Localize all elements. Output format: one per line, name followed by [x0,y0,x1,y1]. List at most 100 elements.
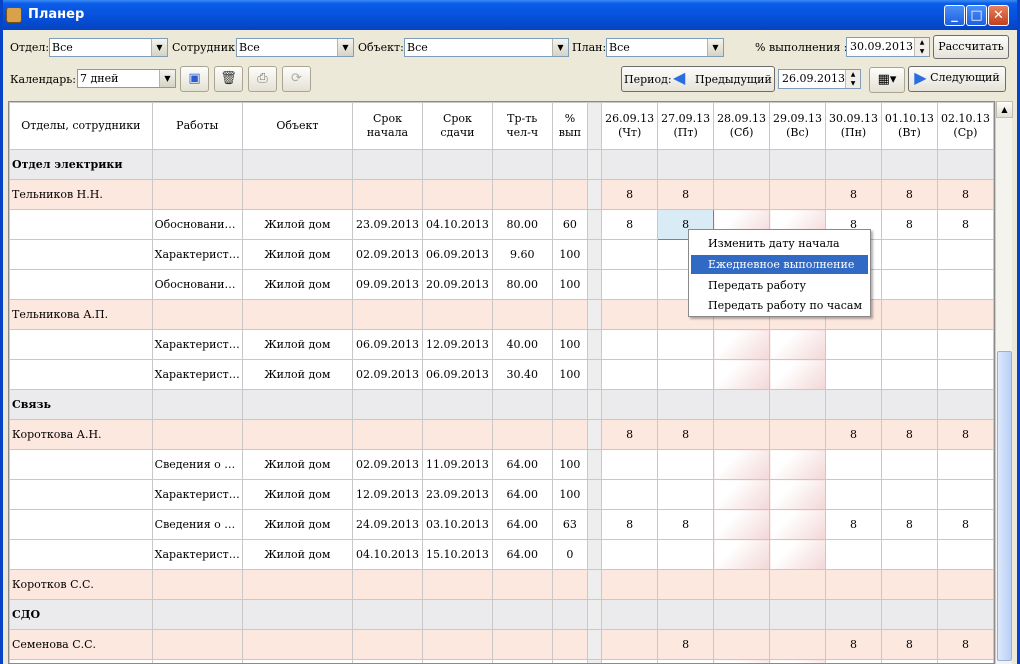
percent-cell[interactable] [551,569,589,600]
day-cell[interactable] [769,479,826,510]
work-header[interactable]: Работы [151,102,243,150]
chevron-down-icon[interactable]: ▼ [707,39,723,56]
name-cell[interactable] [9,509,153,540]
start-date-cell[interactable] [352,569,423,600]
start-date-cell[interactable] [352,389,423,420]
separator-cell[interactable] [587,419,603,450]
end-date-cell[interactable]: 06.09.2013 [421,239,493,270]
day-cell[interactable]: 8 [601,419,659,450]
end-date-cell[interactable]: 15.10.2013 [421,539,493,570]
day-cell[interactable] [936,449,994,480]
day-cell[interactable] [601,569,659,600]
day-cell[interactable] [657,659,715,663]
day-cell[interactable]: 8 [601,179,659,210]
day-cell[interactable] [713,389,771,420]
day-cell[interactable] [824,329,882,360]
percent-cell[interactable] [551,179,589,210]
day-cell[interactable] [824,539,882,570]
object-cell[interactable]: Жилой дом [241,449,354,480]
day-cell[interactable] [601,599,659,630]
labor-cell[interactable]: 64.00 [491,479,553,510]
employee-row[interactable]: Семенова С.С. 8 8 8 8 [9,629,994,660]
labor-cell[interactable] [491,419,553,450]
labor-cell[interactable]: 80.00 [491,209,553,240]
spinner-icon[interactable]: ▲ ▼ [914,38,929,56]
save-icon[interactable]: ▣ [180,66,209,92]
period-date-input[interactable]: 26.09.2013 ▲ ▼ [778,69,861,89]
separator-cell[interactable] [587,179,603,210]
dept-employee-header[interactable]: Отделы, сотрудники [9,102,153,150]
day-cell[interactable] [880,539,938,570]
labor-cell[interactable]: 40.00 [491,329,553,360]
day-cell[interactable] [936,599,994,630]
object-cell[interactable]: Жилой дом [241,359,354,390]
task-row[interactable]: Сведения о … Жилой дом 02.09.2013 11.09.201… [9,449,994,480]
day-cell[interactable] [936,269,994,300]
day-cell[interactable]: 8 [936,209,994,240]
start-date-cell[interactable]: 06.09.2013 [352,329,423,360]
day-cell[interactable] [880,269,938,300]
vertical-scrollbar[interactable]: ▲ [995,101,1013,664]
trash-icon[interactable]: 🗑 [214,66,243,92]
labor-cell[interactable]: 64.00 [491,449,553,480]
start-date-cell[interactable] [352,599,423,630]
work-cell[interactable]: Характерист… [151,239,243,270]
day-cell[interactable]: 8 [880,209,938,240]
day-cell[interactable] [713,569,771,600]
start-date-cell[interactable] [352,149,423,180]
percent-cell[interactable]: 100 [551,329,589,360]
separator-cell[interactable] [587,569,603,600]
day-cell[interactable] [713,539,771,570]
day-cell[interactable] [769,569,826,600]
day-cell[interactable] [824,149,882,180]
day-header[interactable]: 27.09.13 (Пт) [657,102,715,150]
minimize-button[interactable]: _ [944,5,965,26]
labor-cell[interactable] [491,149,553,180]
day-cell[interactable] [880,479,938,510]
start-date-cell[interactable]: 02.09.2013 [352,449,423,480]
object-cell[interactable]: Жилой дом [241,539,354,570]
day-cell[interactable] [713,359,771,390]
day-cell[interactable] [769,629,826,660]
work-cell[interactable]: Характерист… [151,539,243,570]
labor-cell[interactable] [491,599,553,630]
start-date-cell[interactable]: 04.10.2013 [352,539,423,570]
task-row[interactable] [9,659,994,663]
day-cell[interactable] [601,359,659,390]
day-header[interactable]: 30.09.13 (Пн) [824,102,882,150]
work-cell[interactable] [151,389,243,420]
day-cell[interactable] [769,659,826,663]
day-cell[interactable] [824,479,882,510]
day-cell[interactable] [713,509,771,540]
object-header[interactable]: Объект [241,102,354,150]
name-cell[interactable] [9,269,153,300]
day-cell[interactable] [601,149,659,180]
end-date-cell[interactable]: 23.09.2013 [421,479,493,510]
start-date-cell[interactable] [352,179,423,210]
work-cell[interactable]: Характерист… [151,479,243,510]
day-cell[interactable] [769,599,826,630]
day-cell[interactable] [657,569,715,600]
day-cell[interactable] [713,449,771,480]
day-cell[interactable] [880,449,938,480]
percent-cell[interactable]: 100 [551,479,589,510]
day-cell[interactable]: 8 [824,179,882,210]
day-cell[interactable] [936,479,994,510]
day-cell[interactable] [713,599,771,630]
work-cell[interactable]: Обосновани… [151,269,243,300]
end-date-cell[interactable] [421,389,493,420]
object-cell[interactable] [241,659,354,663]
day-cell[interactable] [601,539,659,570]
separator-cell[interactable] [587,629,603,660]
prev-period-label[interactable]: Предыдущий [695,73,772,86]
work-cell[interactable] [151,599,243,630]
day-cell[interactable] [657,359,715,390]
day-cell[interactable] [713,479,771,510]
end-date-cell[interactable] [421,629,493,660]
day-cell[interactable] [880,569,938,600]
day-cell[interactable] [713,629,771,660]
day-cell[interactable] [601,629,659,660]
employee-row[interactable]: Короткова А.Н. 8 8 8 8 8 [9,419,994,450]
object-cell[interactable] [241,389,354,420]
day-cell[interactable] [601,389,659,420]
